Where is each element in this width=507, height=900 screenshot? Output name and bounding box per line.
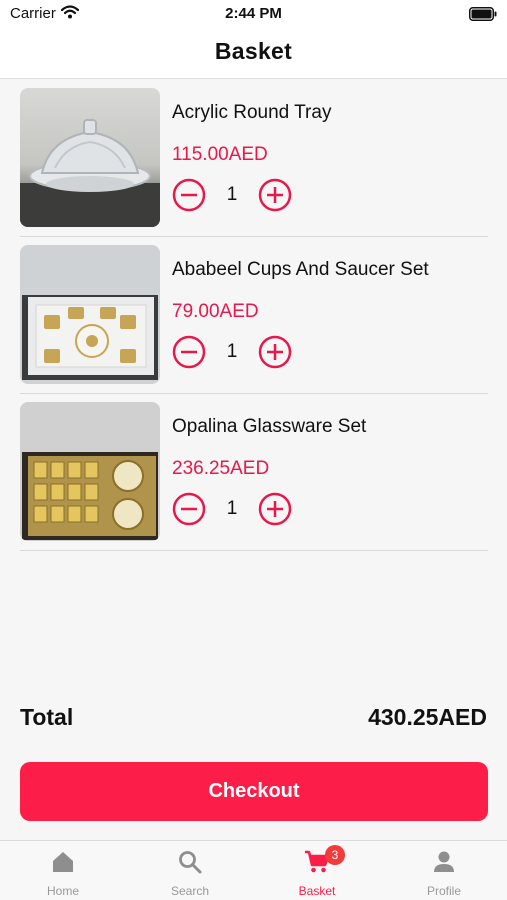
tab-basket[interactable]: 3 Basket: [254, 841, 380, 900]
quantity-value: 1: [226, 341, 238, 362]
quantity-stepper: 1: [172, 492, 302, 526]
cart-count-badge: 3: [325, 845, 345, 865]
quantity-value: 1: [226, 184, 238, 205]
tab-label: Profile: [426, 884, 461, 898]
product-name: Acrylic Round Tray: [172, 102, 332, 123]
tab-label: Basket: [298, 884, 336, 898]
basket-list: Acrylic Round Tray 115.00AED 1 Ababeel C…: [20, 80, 488, 551]
tab-bar: Home Search 3 Basket Profile: [0, 840, 507, 900]
total-value: 430.25AED: [368, 704, 487, 730]
navigation-bar: Basket: [0, 30, 507, 79]
checkout-button[interactable]: Checkout: [20, 762, 488, 821]
quantity-value: 1: [226, 498, 238, 519]
status-bar: Carrier 2:44 PM: [0, 0, 507, 30]
product-image[interactable]: [20, 402, 160, 541]
increase-quantity-button[interactable]: [258, 335, 292, 369]
tab-label: Home: [46, 884, 79, 898]
product-price: 236.25AED: [172, 458, 270, 479]
product-price: 79.00AED: [172, 301, 259, 322]
basket-item[interactable]: Acrylic Round Tray 115.00AED 1: [20, 80, 488, 237]
product-price: 115.00AED: [172, 144, 268, 165]
home-icon: [50, 849, 76, 875]
quantity-stepper: 1: [172, 178, 302, 212]
product-name: Ababeel Cups And Saucer Set: [172, 259, 429, 280]
page-title: Basket: [214, 38, 293, 64]
product-name: Opalina Glassware Set: [172, 416, 367, 437]
profile-icon: [431, 849, 457, 875]
total-label: Total: [20, 704, 74, 730]
basket-item[interactable]: Opalina Glassware Set 236.25AED 1: [20, 394, 488, 551]
decrease-quantity-button[interactable]: [172, 492, 206, 526]
tab-profile[interactable]: Profile: [381, 841, 507, 900]
decrease-quantity-button[interactable]: [172, 178, 206, 212]
product-image[interactable]: [20, 88, 160, 227]
increase-quantity-button[interactable]: [258, 492, 292, 526]
tab-search[interactable]: Search: [127, 841, 253, 900]
product-image[interactable]: [20, 245, 160, 384]
status-time: 2:44 PM: [225, 5, 282, 22]
search-icon: [177, 849, 203, 875]
increase-quantity-button[interactable]: [258, 178, 292, 212]
basket-item[interactable]: Ababeel Cups And Saucer Set 79.00AED 1: [20, 237, 488, 394]
tab-label: Search: [170, 884, 210, 898]
decrease-quantity-button[interactable]: [172, 335, 206, 369]
tab-home[interactable]: Home: [0, 841, 126, 900]
quantity-stepper: 1: [172, 335, 302, 369]
battery-icon: [469, 7, 497, 26]
